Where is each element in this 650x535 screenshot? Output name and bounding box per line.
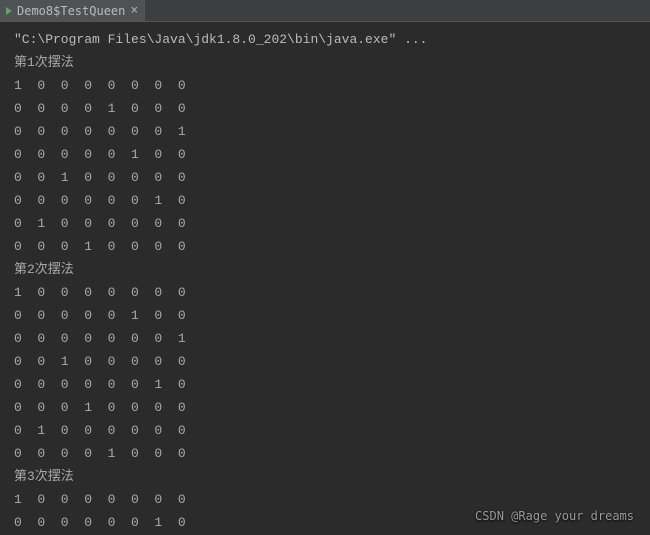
close-icon[interactable]: × (130, 4, 138, 17)
tab-bar: Demo8$TestQueen × (0, 0, 650, 22)
board-row: 0 1 0 0 0 0 0 0 (14, 419, 638, 442)
solution-label: 第3次摆法 (14, 465, 638, 488)
board-row: 0 0 0 0 1 0 0 0 (14, 97, 638, 120)
board-row: 0 1 0 0 0 0 0 0 (14, 212, 638, 235)
board-row: 1 0 0 0 0 0 0 0 (14, 488, 638, 511)
board-row: 0 0 1 0 0 0 0 0 (14, 350, 638, 373)
board-row: 0 0 1 0 0 0 0 0 (14, 166, 638, 189)
board-row: 0 0 0 0 0 0 0 1 (14, 120, 638, 143)
board-row: 0 0 0 0 0 0 1 0 (14, 189, 638, 212)
solution-label: 第1次摆法 (14, 51, 638, 74)
board-row: 1 0 0 0 0 0 0 0 (14, 281, 638, 304)
tab-run-config[interactable]: Demo8$TestQueen × (0, 0, 145, 21)
output-lines: 第1次摆法1 0 0 0 0 0 0 00 0 0 0 1 0 0 00 0 0… (14, 51, 638, 534)
board-row: 0 0 0 0 1 0 0 0 (14, 442, 638, 465)
board-row: 0 0 0 0 0 1 0 0 (14, 143, 638, 166)
watermark: CSDN @Rage your dreams (475, 509, 634, 523)
board-row: 0 0 0 1 0 0 0 0 (14, 235, 638, 258)
board-row: 0 0 0 1 0 0 0 0 (14, 396, 638, 419)
command-line: "C:\Program Files\Java\jdk1.8.0_202\bin\… (14, 28, 638, 51)
solution-label: 第2次摆法 (14, 258, 638, 281)
board-row: 0 0 0 0 0 0 0 1 (14, 327, 638, 350)
tab-title: Demo8$TestQueen (17, 4, 125, 18)
run-icon (6, 7, 12, 15)
board-row: 1 0 0 0 0 0 0 0 (14, 74, 638, 97)
console-output: "C:\Program Files\Java\jdk1.8.0_202\bin\… (0, 22, 650, 534)
board-row: 0 0 0 0 0 0 1 0 (14, 373, 638, 396)
board-row: 0 0 0 0 0 1 0 0 (14, 304, 638, 327)
